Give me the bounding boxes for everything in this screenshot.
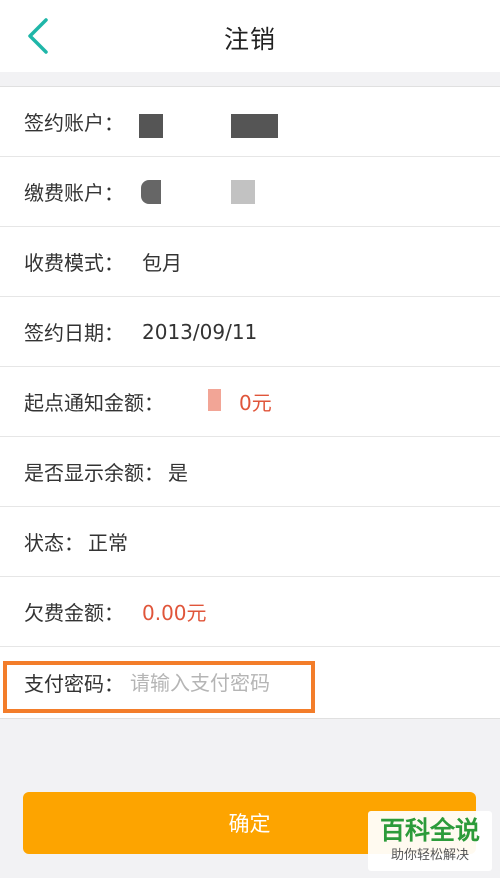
row-fee-mode: 收费模式： 包月 [0, 227, 500, 297]
row-status: 状态： 正常 [0, 507, 500, 577]
show-balance-value: 是 [168, 461, 188, 485]
redacted-mask [141, 180, 161, 204]
row-sign-date: 签约日期： 2013/09/11 [0, 297, 500, 367]
password-input[interactable] [128, 669, 332, 696]
row-sign-account: 签约账户： [0, 87, 500, 157]
row-pay-account: 缴费账户： [0, 157, 500, 227]
sign-date-value: 2013/09/11 [142, 319, 258, 344]
sign-account-label: 签约账户： [24, 111, 124, 135]
sign-date-label: 签约日期： [24, 321, 124, 345]
redacted-mask [208, 389, 221, 411]
notify-amount-label: 起点通知金额： [24, 391, 164, 415]
fee-mode-label: 收费模式： [24, 251, 124, 275]
watermark-main-text: 百科全说 [379, 816, 480, 845]
status-value: 正常 [88, 531, 128, 555]
status-label: 状态： [24, 531, 84, 555]
account-info-list: 签约账户： 缴费账户： 收费模式： 包月 签约日期： 2013/09/11 起点… [0, 87, 500, 647]
arrears-label: 欠费金额： [24, 601, 124, 625]
fee-mode-value: 包月 [142, 251, 182, 275]
show-balance-label: 是否显示余额： [24, 461, 164, 485]
redacted-mask [231, 114, 278, 138]
redacted-mask [231, 180, 255, 204]
watermark-sub-text: 助你轻松解决 [390, 848, 469, 863]
section-gap [0, 72, 500, 87]
notify-amount-value: 0元 [239, 391, 272, 415]
pay-account-label: 缴费账户： [24, 181, 124, 205]
row-notify-amount: 起点通知金额： 0元 [0, 367, 500, 437]
password-label: 支付密码： [24, 672, 124, 696]
row-arrears: 欠费金额： 0.00元 [0, 577, 500, 647]
row-show-balance: 是否显示余额： 是 [0, 437, 500, 507]
top-bar: 注销 [0, 0, 500, 72]
arrears-value: 0.00元 [142, 601, 207, 625]
password-row: 支付密码： [0, 647, 500, 719]
watermark-logo: 百科全说 助你轻松解决 [368, 811, 492, 871]
page-title: 注销 [223, 25, 276, 54]
redacted-mask [139, 114, 163, 138]
